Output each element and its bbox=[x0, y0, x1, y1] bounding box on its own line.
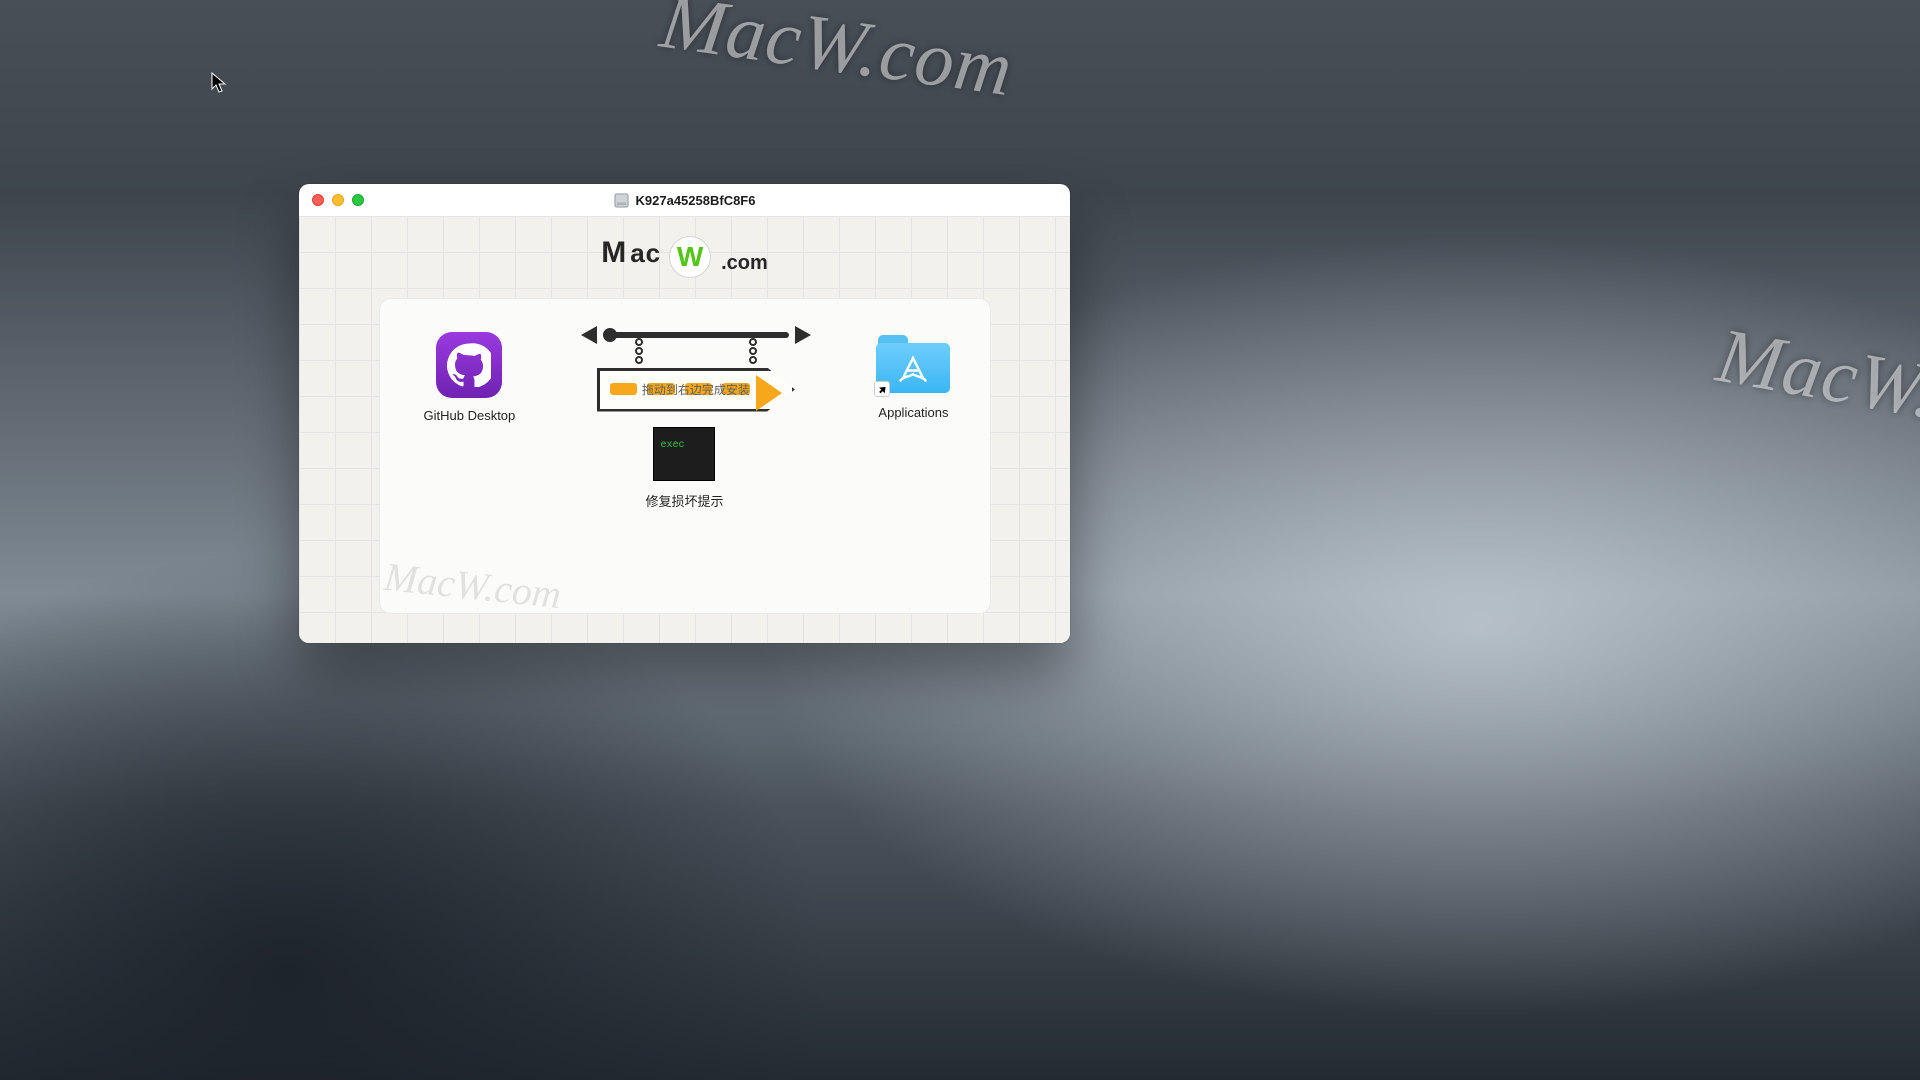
window-title-text: K927a45258BfC8F6 bbox=[636, 193, 756, 208]
file-applications-label: Applications bbox=[878, 405, 948, 420]
brand-ac: ac bbox=[630, 238, 661, 269]
watermark-panel: MacW.com bbox=[382, 553, 563, 618]
window-title: K927a45258BfC8F6 bbox=[299, 193, 1070, 208]
brand-logo: M ac W .com bbox=[601, 236, 768, 278]
drag-sign: 拖动到右边完成安装 bbox=[597, 332, 795, 412]
exec-badge: exec bbox=[660, 440, 684, 451]
applications-glyph-icon bbox=[898, 353, 928, 383]
brand-m: M bbox=[601, 236, 626, 270]
file-repair-script[interactable]: exec 修复损坏提示 bbox=[645, 427, 723, 510]
github-mark-icon bbox=[447, 343, 491, 387]
brand-w-circle: W bbox=[669, 236, 711, 278]
github-desktop-icon bbox=[436, 332, 502, 398]
watermark-top: MacW.com bbox=[655, 0, 1018, 114]
desktop[interactable]: MacW.com MacW.com K927a45258BfC8F6 M bbox=[0, 0, 1920, 1080]
file-applications[interactable]: Applications bbox=[876, 335, 950, 420]
disk-icon bbox=[614, 193, 629, 208]
sign-text: 拖动到右边完成安装 bbox=[642, 381, 750, 398]
applications-folder-icon bbox=[876, 335, 950, 395]
cursor-icon bbox=[211, 72, 227, 94]
brand-suffix: .com bbox=[721, 252, 768, 275]
sign-plank: 拖动到右边完成安装 bbox=[597, 368, 795, 412]
file-github-desktop-label: GitHub Desktop bbox=[424, 408, 516, 423]
file-repair-script-label: 修复损坏提示 bbox=[645, 491, 723, 510]
installer-window[interactable]: K927a45258BfC8F6 M ac W .com MacW.com bbox=[299, 184, 1070, 643]
install-panel: MacW.com GitHub Desktop bbox=[379, 298, 991, 614]
watermark-right: MacW.com bbox=[1711, 310, 1920, 460]
window-body[interactable]: M ac W .com MacW.com GitHub Desktop bbox=[299, 216, 1070, 643]
exec-icon: exec bbox=[653, 427, 715, 481]
alias-badge-icon bbox=[874, 381, 890, 397]
sign-rod bbox=[603, 332, 789, 338]
file-github-desktop[interactable]: GitHub Desktop bbox=[424, 332, 516, 423]
titlebar[interactable]: K927a45258BfC8F6 bbox=[299, 184, 1070, 216]
